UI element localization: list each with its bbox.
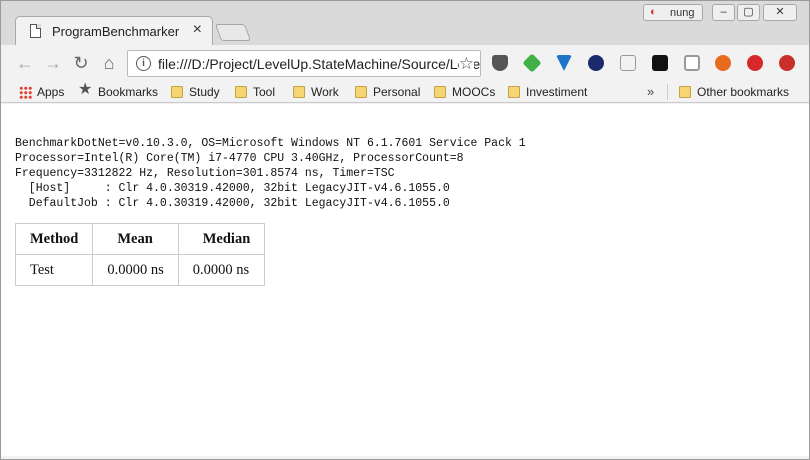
play-extension-icon[interactable]: [652, 55, 668, 71]
cell-mean: 0.0000 ns: [92, 254, 179, 286]
url-text[interactable]: file:///D:/Project/LevelUp.StateMachine/…: [158, 56, 480, 72]
apps-grid-icon: [19, 86, 32, 99]
reload-icon[interactable]: ↻: [69, 51, 93, 75]
copy-icon[interactable]: [620, 55, 636, 71]
cell-median: 0.0000 ns: [177, 254, 266, 286]
bookmark-star-icon[interactable]: ☆: [458, 54, 474, 74]
maximize-button[interactable]: ▢: [737, 4, 760, 21]
opera-icon[interactable]: [747, 55, 763, 71]
upload-extension-icon[interactable]: [779, 55, 795, 71]
env-line: [Host] : Clr 4.0.30319.42000, 32bit Lega…: [15, 182, 450, 195]
env-line: DefaultJob : Clr 4.0.30319.42000, 32bit …: [15, 197, 450, 210]
home-icon[interactable]: ⌂: [97, 51, 121, 75]
folder-icon: [679, 86, 691, 98]
profile-name: nung: [670, 7, 695, 19]
trello-icon[interactable]: [684, 55, 700, 71]
column-header-median: Median: [177, 223, 266, 255]
document-icon: [30, 24, 41, 38]
minimize-button[interactable]: –: [712, 4, 735, 21]
close-tab-icon[interactable]: ×: [193, 22, 202, 38]
tab-program-benchmarker[interactable]: ProgramBenchmarker ×: [15, 16, 213, 46]
folder-icon: [235, 86, 247, 98]
extension-night-icon[interactable]: [588, 55, 604, 71]
title-bar: ProgramBenchmarker × ◐ nung – ▢ ✕: [1, 1, 809, 46]
folder-icon: [355, 86, 367, 98]
environment-info: BenchmarkDotNet=v0.10.3.0, OS=Microsoft …: [15, 136, 526, 211]
pocket-icon[interactable]: [492, 55, 508, 71]
env-line: BenchmarkDotNet=v0.10.3.0, OS=Microsoft …: [15, 137, 526, 150]
close-window-button[interactable]: ✕: [763, 4, 797, 21]
toolbar: ← → ↻ ⌂ i file:///D:/Project/LevelUp.Sta…: [1, 45, 809, 81]
table-header-row: Method Mean Median: [14, 223, 266, 255]
browser-window: ProgramBenchmarker × ◐ nung – ▢ ✕ ← → ↻ …: [0, 0, 810, 460]
tab-title: ProgramBenchmarker: [52, 24, 180, 39]
star-icon: ★: [78, 81, 93, 98]
profile-icon: ◐: [650, 6, 657, 18]
address-bar[interactable]: i file:///D:/Project/LevelUp.StateMachin…: [127, 50, 481, 77]
forward-arrow-icon[interactable]: →: [41, 51, 65, 75]
env-line: Processor=Intel(R) Core(TM) i7-4770 CPU …: [15, 152, 464, 165]
profile-button[interactable]: ◐ nung: [643, 4, 703, 21]
folder-icon: [293, 86, 305, 98]
feedly-icon[interactable]: [522, 53, 542, 73]
env-line: Frequency=3312822 Hz, Resolution=301.857…: [15, 167, 395, 180]
bookmarks-separator: [667, 84, 668, 100]
table-row: Test 0.0000 ns 0.0000 ns: [14, 254, 266, 286]
folder-icon: [434, 86, 446, 98]
vimeo-icon[interactable]: [556, 55, 572, 71]
page-content: BenchmarkDotNet=v0.10.3.0, OS=Microsoft …: [1, 104, 809, 456]
folder-icon: [508, 86, 520, 98]
column-header-method: Method: [14, 223, 94, 255]
ubuntu-icon[interactable]: [715, 55, 731, 71]
back-arrow-icon[interactable]: ←: [13, 51, 37, 75]
cell-method: Test: [14, 254, 94, 286]
bookmarks-bar: Apps ★ Bookmarks Study Tool Work Persona…: [1, 81, 809, 103]
new-tab-button[interactable]: [214, 24, 252, 41]
benchmark-table: Method Mean Median Test 0.0000 ns 0.0000…: [14, 223, 266, 286]
bookmarks-overflow-button[interactable]: »: [647, 84, 654, 99]
column-header-mean: Mean: [92, 223, 179, 255]
folder-icon: [171, 86, 183, 98]
info-icon[interactable]: i: [136, 56, 151, 71]
